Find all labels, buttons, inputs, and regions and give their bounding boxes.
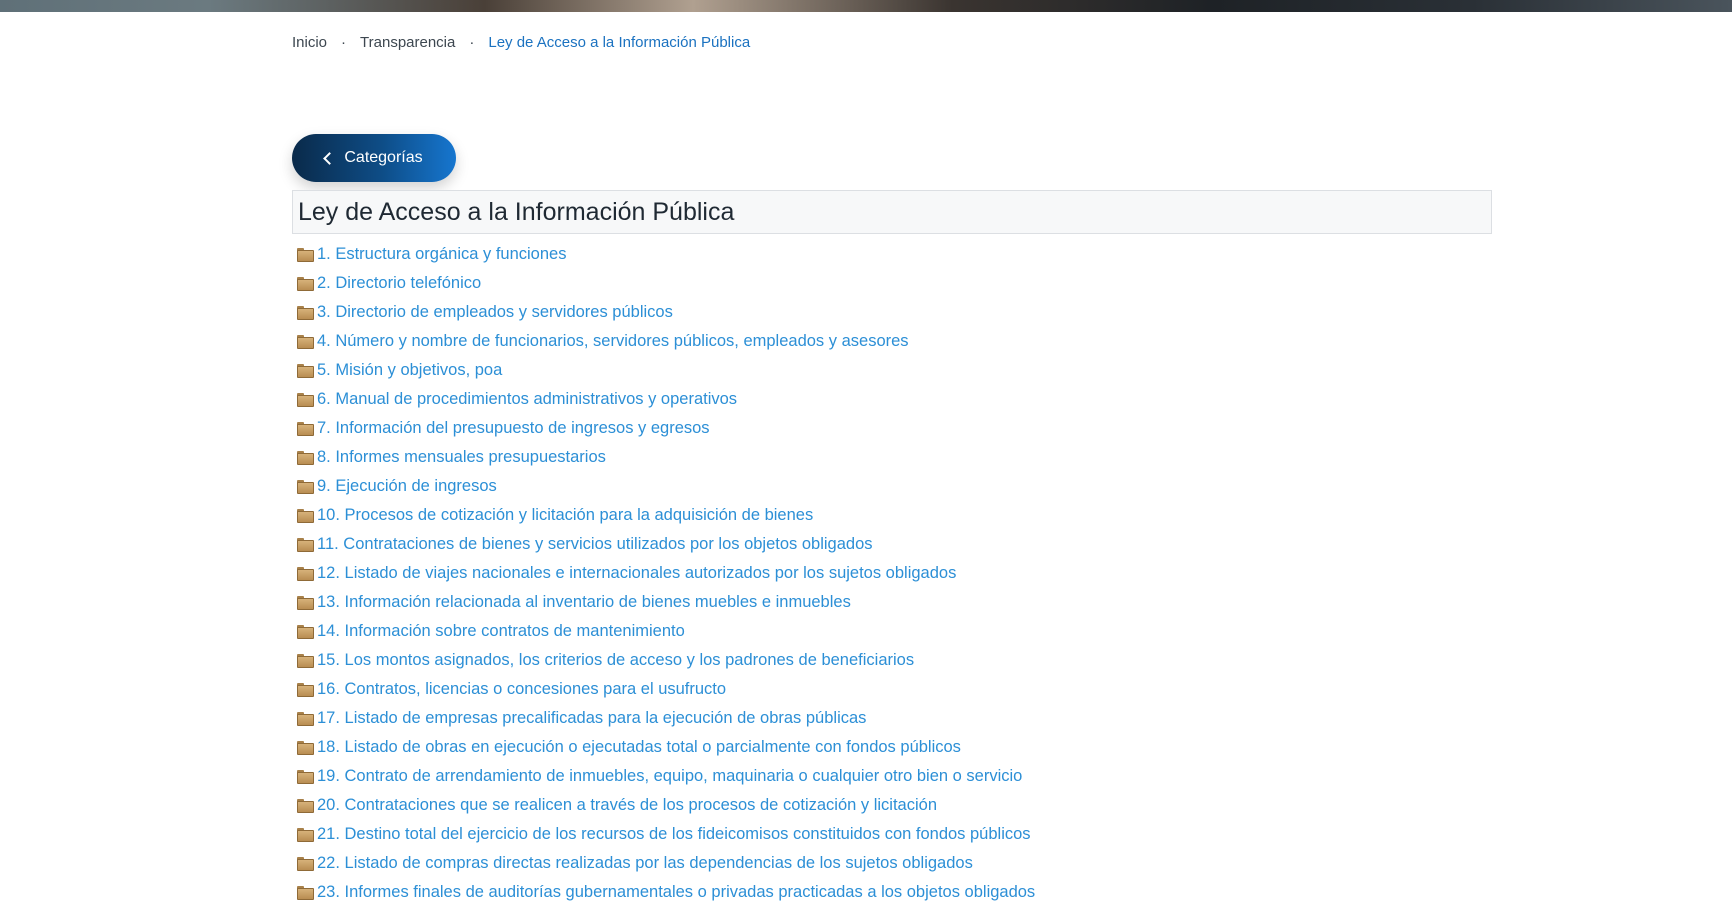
folder-icon: [297, 798, 314, 813]
document-category-label: 5. Misión y objetivos, poa: [317, 361, 503, 379]
document-category-label: 15. Los montos asignados, los criterios …: [317, 651, 915, 669]
breadcrumb: Inicio · Transparencia · Ley de Acceso a…: [292, 34, 750, 51]
document-category-label: 17. Listado de empresas precalificadas p…: [317, 709, 867, 727]
document-category-label: 11. Contrataciones de bienes y servicios…: [317, 535, 873, 553]
document-category-link[interactable]: 19. Contrato de arrendamiento de inmuebl…: [297, 762, 1035, 791]
folder-icon: [297, 392, 314, 407]
document-category-link[interactable]: 16. Contratos, licencias o concesiones p…: [297, 675, 1035, 704]
hero-image-strip: [0, 0, 1732, 12]
folder-icon: [297, 508, 314, 523]
categories-back-button[interactable]: Categorías: [292, 134, 456, 182]
folder-icon: [297, 334, 314, 349]
document-category-link[interactable]: 17. Listado de empresas precalificadas p…: [297, 704, 1035, 733]
folder-icon: [297, 421, 314, 436]
folder-icon: [297, 595, 314, 610]
breadcrumb-separator: ·: [341, 34, 347, 51]
page-title: Ley de Acceso a la Información Pública: [298, 197, 735, 226]
document-category-link[interactable]: 2. Directorio telefónico: [297, 269, 1035, 298]
document-category-link[interactable]: 21. Destino total del ejercicio de los r…: [297, 820, 1035, 849]
breadcrumb-separator: ·: [469, 34, 475, 51]
document-category-label: 20. Contrataciones que se realicen a tra…: [317, 796, 938, 814]
document-category-label: 19. Contrato de arrendamiento de inmuebl…: [317, 767, 1023, 785]
folder-icon: [297, 769, 314, 784]
document-category-link[interactable]: 9. Ejecución de ingresos: [297, 472, 1035, 501]
document-category-label: 16. Contratos, licencias o concesiones p…: [317, 680, 727, 698]
document-category-link[interactable]: 15. Los montos asignados, los criterios …: [297, 646, 1035, 675]
document-category-label: 9. Ejecución de ingresos: [317, 477, 497, 495]
document-category-link[interactable]: 11. Contrataciones de bienes y servicios…: [297, 530, 1035, 559]
folder-icon: [297, 827, 314, 842]
document-category-link[interactable]: 8. Informes mensuales presupuestarios: [297, 443, 1035, 472]
document-category-label: 23. Informes finales de auditorías guber…: [317, 883, 1036, 901]
document-category-label: 12. Listado de viajes nacionales e inter…: [317, 564, 957, 582]
document-category-label: 8. Informes mensuales presupuestarios: [317, 448, 606, 466]
document-category-label: 21. Destino total del ejercicio de los r…: [317, 825, 1031, 843]
document-category-list: 1. Estructura orgánica y funciones 2. Dir…: [297, 240, 1035, 907]
document-category-link[interactable]: 1. Estructura orgánica y funciones: [297, 240, 1035, 269]
folder-icon: [297, 711, 314, 726]
folder-icon: [297, 247, 314, 262]
document-category-label: 7. Información del presupuesto de ingres…: [317, 419, 710, 437]
document-category-link[interactable]: 14. Información sobre contratos de mante…: [297, 617, 1035, 646]
folder-icon: [297, 624, 314, 639]
document-category-label: 10. Procesos de cotización y licitación …: [317, 506, 814, 524]
folder-icon: [297, 566, 314, 581]
folder-icon: [297, 450, 314, 465]
folder-icon: [297, 363, 314, 378]
document-category-link[interactable]: 3. Directorio de empleados y servidores …: [297, 298, 1035, 327]
folder-icon: [297, 479, 314, 494]
document-category-label: 14. Información sobre contratos de mante…: [317, 622, 685, 640]
document-category-link[interactable]: 12. Listado de viajes nacionales e inter…: [297, 559, 1035, 588]
document-category-link[interactable]: 5. Misión y objetivos, poa: [297, 356, 1035, 385]
categories-button-label: Categorías: [344, 149, 423, 166]
document-category-link[interactable]: 4. Número y nombre de funcionarios, serv…: [297, 327, 1035, 356]
folder-icon: [297, 856, 314, 871]
document-category-link[interactable]: 13. Información relacionada al inventari…: [297, 588, 1035, 617]
document-category-link[interactable]: 18. Listado de obras en ejecución o ejec…: [297, 733, 1035, 762]
document-category-label: 3. Directorio de empleados y servidores …: [317, 303, 673, 321]
folder-icon: [297, 653, 314, 668]
document-category-label: 22. Listado de compras directas realizad…: [317, 854, 973, 872]
document-category-link[interactable]: 6. Manual de procedimientos administrati…: [297, 385, 1035, 414]
document-category-label: 13. Información relacionada al inventari…: [317, 593, 851, 611]
document-category-label: 6. Manual de procedimientos administrati…: [317, 390, 738, 408]
breadcrumb-transparencia-link[interactable]: Transparencia: [360, 34, 455, 51]
document-category-label: 2. Directorio telefónico: [317, 274, 482, 292]
document-category-label: 18. Listado de obras en ejecución o ejec…: [317, 738, 961, 756]
document-category-link[interactable]: 7. Información del presupuesto de ingres…: [297, 414, 1035, 443]
document-category-link[interactable]: 22. Listado de compras directas realizad…: [297, 849, 1035, 878]
document-category-label: 4. Número y nombre de funcionarios, serv…: [317, 332, 909, 350]
folder-icon: [297, 276, 314, 291]
document-category-link[interactable]: 20. Contrataciones que se realicen a tra…: [297, 791, 1035, 820]
document-category-link[interactable]: 23. Informes finales de auditorías guber…: [297, 878, 1035, 907]
document-category-link[interactable]: 10. Procesos de cotización y licitación …: [297, 501, 1035, 530]
folder-icon: [297, 885, 314, 900]
folder-icon: [297, 682, 314, 697]
document-category-label: 1. Estructura orgánica y funciones: [317, 245, 567, 263]
breadcrumb-home-link[interactable]: Inicio: [292, 34, 327, 51]
folder-icon: [297, 305, 314, 320]
section-title-bar: Ley de Acceso a la Información Pública: [292, 190, 1492, 234]
breadcrumb-current: Ley de Acceso a la Información Pública: [488, 34, 751, 51]
chevron-left-icon: [323, 152, 337, 165]
folder-icon: [297, 537, 314, 552]
folder-icon: [297, 740, 314, 755]
